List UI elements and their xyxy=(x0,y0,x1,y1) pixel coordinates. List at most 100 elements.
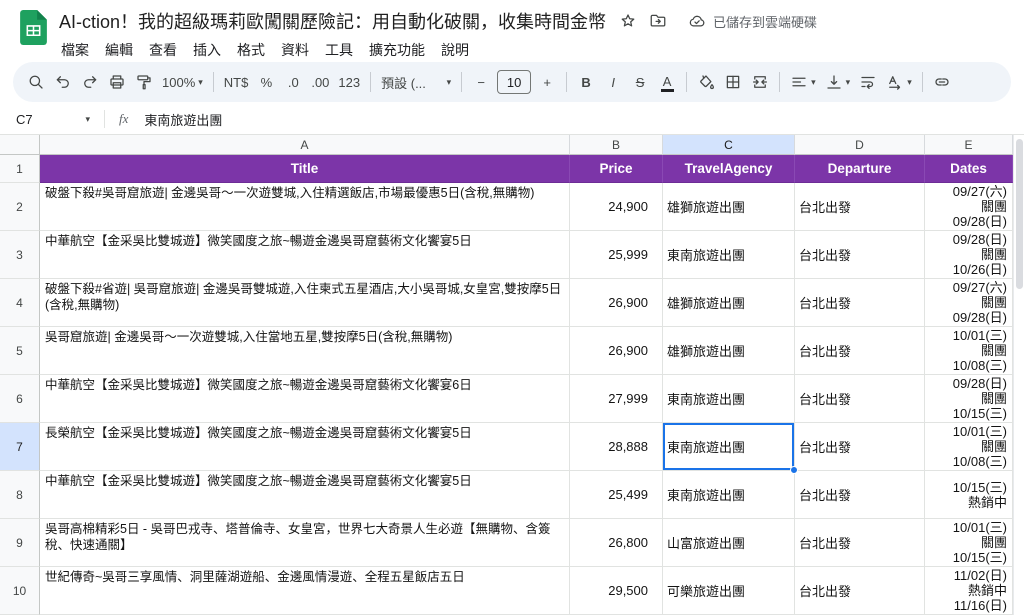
name-box[interactable]: C7 ▾ xyxy=(14,112,100,127)
cell-dates[interactable]: 11/02(日) 熱銷中 11/16(日) xyxy=(925,567,1013,615)
row-header[interactable]: 4 xyxy=(0,279,40,327)
menu-data[interactable]: 資料 xyxy=(273,38,317,62)
menu-tools[interactable]: 工具 xyxy=(317,38,361,62)
cell-price[interactable]: 26,900 xyxy=(570,279,663,327)
strikethrough-button[interactable]: S xyxy=(627,69,653,95)
cell-agency[interactable]: 東南旅遊出團 xyxy=(663,375,795,423)
column-header-a[interactable]: A xyxy=(40,135,570,155)
text-rotation-button[interactable]: ▾ xyxy=(882,69,916,95)
cell-departure[interactable]: 台北出發 xyxy=(795,471,925,519)
cell-dates[interactable]: 09/27(六) 關團 09/28(日) xyxy=(925,279,1013,327)
cell-dates[interactable]: 09/27(六) 關團 09/28(日) xyxy=(925,183,1013,231)
cell-price[interactable]: 26,900 xyxy=(570,327,663,375)
cell-departure[interactable]: 台北出發 xyxy=(795,375,925,423)
row-header[interactable]: 1 xyxy=(0,155,40,183)
cell-agency[interactable]: 山富旅遊出團 xyxy=(663,519,795,567)
select-all-corner[interactable] xyxy=(0,135,40,155)
save-status-chip[interactable]: 已儲存到雲端硬碟 xyxy=(680,10,825,33)
paint-format-button[interactable] xyxy=(131,69,157,95)
font-size-input[interactable]: 10 xyxy=(497,70,532,94)
cell-dates[interactable]: 09/28(日) 關團 10/26(日) xyxy=(925,231,1013,279)
row-header[interactable]: 8 xyxy=(0,471,40,519)
cell-departure[interactable]: 台北出發 xyxy=(795,519,925,567)
scrollbar-thumb[interactable] xyxy=(1016,139,1023,289)
horizontal-align-button[interactable]: ▾ xyxy=(786,69,820,95)
text-wrap-button[interactable] xyxy=(855,69,881,95)
cell-price[interactable]: 25,999 xyxy=(570,231,663,279)
menu-help[interactable]: 說明 xyxy=(433,38,477,62)
column-header-b[interactable]: B xyxy=(570,135,663,155)
zoom-select[interactable]: 100% ▾ xyxy=(158,69,207,95)
cell-title[interactable]: 中華航空【金采吳比雙城遊】微笑國度之旅~暢遊金邊吳哥窟藝術文化饗宴5日 xyxy=(40,231,570,279)
cell-title[interactable]: 中華航空【金采吳比雙城遊】微笑國度之旅~暢遊金邊吳哥窟藝術文化饗宴6日 xyxy=(40,375,570,423)
header-cell-departure[interactable]: Departure xyxy=(795,155,925,183)
row-header[interactable]: 10 xyxy=(0,567,40,615)
row-header[interactable]: 5 xyxy=(0,327,40,375)
cell-price[interactable]: 25,499 xyxy=(570,471,663,519)
cell-dates[interactable]: 10/01(三) 關團 10/15(三) xyxy=(925,519,1013,567)
cell-price[interactable]: 28,888 xyxy=(570,423,663,471)
header-cell-price[interactable]: Price xyxy=(570,155,663,183)
cell-dates[interactable]: 10/01(三) 關團 10/08(三) xyxy=(925,423,1013,471)
cell-title[interactable]: 長榮航空【金采吳比雙城遊】微笑國度之旅~暢遊金邊吳哥窟藝術文化饗宴5日 xyxy=(40,423,570,471)
header-cell-agency[interactable]: TravelAgency xyxy=(663,155,795,183)
row-header[interactable]: 3 xyxy=(0,231,40,279)
insert-link-button[interactable] xyxy=(929,69,955,95)
cell-agency[interactable]: 可樂旅遊出團 xyxy=(663,567,795,615)
menu-view[interactable]: 查看 xyxy=(141,38,185,62)
cell-departure[interactable]: 台北出發 xyxy=(795,567,925,615)
cell-dates[interactable]: 10/15(三) 熱銷中 xyxy=(925,471,1013,519)
cell-agency[interactable]: 東南旅遊出團 xyxy=(663,231,795,279)
column-header-c[interactable]: C xyxy=(663,135,795,155)
italic-button[interactable]: I xyxy=(600,69,626,95)
cell-dates[interactable]: 10/01(三) 關團 10/08(三) xyxy=(925,327,1013,375)
selected-cell[interactable]: 東南旅遊出團 xyxy=(663,423,798,474)
redo-button[interactable] xyxy=(77,69,103,95)
cell-title[interactable]: 破盤下殺#省遊| 吳哥窟旅遊| 金邊吳哥雙城遊,入住柬式五星酒店,大小吳哥城,女… xyxy=(40,279,570,327)
cell-price[interactable]: 27,999 xyxy=(570,375,663,423)
decrease-decimal-button[interactable]: .0 xyxy=(280,69,306,95)
merge-cells-button[interactable] xyxy=(747,69,773,95)
cell-title[interactable]: 中華航空【金采吳比雙城遊】微笑國度之旅~暢遊金邊吳哥窟藝術文化饗宴5日 xyxy=(40,471,570,519)
increase-font-size-button[interactable]: + xyxy=(534,69,560,95)
menu-insert[interactable]: 插入 xyxy=(185,38,229,62)
menu-edit[interactable]: 編輯 xyxy=(97,38,141,62)
cell-dates[interactable]: 09/28(日) 關團 10/15(三) xyxy=(925,375,1013,423)
row-header[interactable]: 6 xyxy=(0,375,40,423)
increase-decimal-button[interactable]: .00 xyxy=(307,69,333,95)
cell-agency[interactable]: 雄獅旅遊出團 xyxy=(663,183,795,231)
fill-handle[interactable] xyxy=(790,466,798,474)
row-header[interactable]: 7 xyxy=(0,423,40,471)
cell-departure[interactable]: 台北出發 xyxy=(795,327,925,375)
formula-input[interactable]: 東南旅遊出團 xyxy=(144,110,222,129)
print-button[interactable] xyxy=(104,69,130,95)
row-header[interactable]: 2 xyxy=(0,183,40,231)
cell-agency[interactable]: 雄獅旅遊出團 xyxy=(663,327,795,375)
column-header-e[interactable]: E xyxy=(925,135,1013,155)
borders-button[interactable] xyxy=(720,69,746,95)
sheets-logo[interactable] xyxy=(20,10,47,62)
menu-extensions[interactable]: 擴充功能 xyxy=(361,38,433,62)
cell-title[interactable]: 吳哥窟旅遊| 金邊吳哥～一次遊雙城,入住當地五星,雙按摩5日(含稅,無購物) xyxy=(40,327,570,375)
undo-button[interactable] xyxy=(50,69,76,95)
star-button[interactable] xyxy=(614,7,642,35)
cell-departure[interactable]: 台北出發 xyxy=(795,231,925,279)
font-select[interactable]: 預設 (... ▾ xyxy=(377,69,455,95)
cell-agency[interactable]: 東南旅遊出團 xyxy=(663,471,795,519)
vertical-align-button[interactable]: ▾ xyxy=(821,69,855,95)
document-title[interactable]: AI-ction！我的超級瑪莉歐闖關歷險記：用自動化破關，收集時間金幣 xyxy=(57,8,612,34)
cell-price[interactable]: 24,900 xyxy=(570,183,663,231)
currency-format-button[interactable]: NT$ xyxy=(220,69,253,95)
cell-departure[interactable]: 台北出發 xyxy=(795,183,925,231)
percent-format-button[interactable]: % xyxy=(253,69,279,95)
cell-price[interactable]: 29,500 xyxy=(570,567,663,615)
header-cell-title[interactable]: Title xyxy=(40,155,570,183)
bold-button[interactable]: B xyxy=(573,69,599,95)
decrease-font-size-button[interactable]: − xyxy=(468,69,494,95)
search-button[interactable] xyxy=(23,69,49,95)
cell-title[interactable]: 世紀傳奇~吳哥三享風情、洞里薩湖遊船、金邊風情漫遊、全程五星飯店五日 xyxy=(40,567,570,615)
menu-file[interactable]: 檔案 xyxy=(53,38,97,62)
header-cell-dates[interactable]: Dates xyxy=(925,155,1013,183)
more-formats-button[interactable]: 123 xyxy=(334,69,364,95)
cell-departure[interactable]: 台北出發 xyxy=(795,423,925,471)
